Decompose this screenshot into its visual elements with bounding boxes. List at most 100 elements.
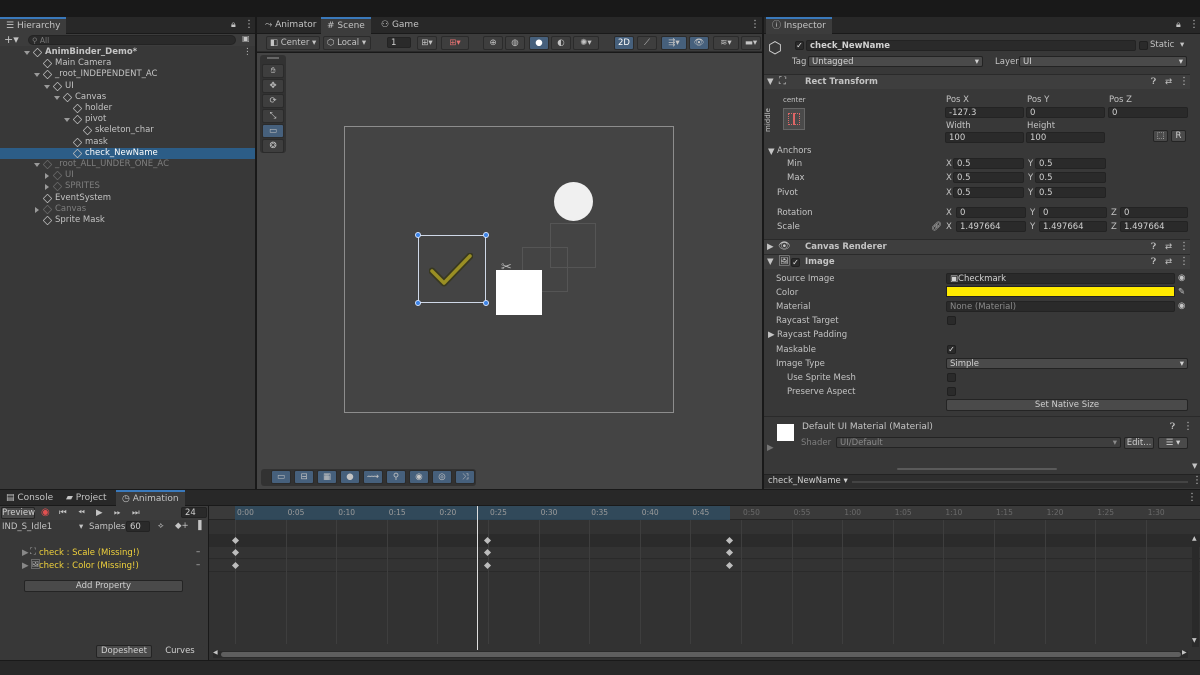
preset-icon[interactable]: ⇄	[1165, 77, 1172, 87]
min-x-input[interactable]: 0.5	[953, 158, 1024, 169]
rotate-tool-icon[interactable]: ⟳	[262, 94, 284, 108]
help-icon[interactable]: ❓︎	[1151, 77, 1156, 87]
rect-transform-header[interactable]: ▼ ⛶ Rect Transform ❓︎ ⇄ ⋮	[764, 74, 1190, 89]
frame-input[interactable]: 24	[181, 507, 207, 518]
pivot-mode-dropdown[interactable]: ◧ Center ▾	[266, 36, 320, 50]
object-name-input[interactable]: check_NewName	[806, 40, 1136, 51]
property-expand-icon[interactable]: ▶	[22, 561, 29, 571]
tab-scene[interactable]: # Scene	[321, 17, 371, 34]
shader-options-button[interactable]: ☰ ▾	[1158, 437, 1188, 449]
raw-edit-button[interactable]: R	[1171, 130, 1186, 142]
overlay-compass-icon[interactable]: ◎	[432, 470, 452, 484]
scene-more-menu-icon[interactable]: ⋮	[750, 19, 760, 30]
hierarchy-item[interactable]: check_NewName	[0, 147, 255, 159]
inspector-more-menu-icon[interactable]: ⋮	[1189, 19, 1199, 30]
hierarchy-item[interactable]: holder	[0, 103, 255, 114]
use-sprite-mesh-checkbox[interactable]	[947, 373, 956, 382]
camera-button[interactable]: ▬▾	[741, 36, 761, 50]
canvas-renderer-header[interactable]: ▶ 👁︎ Canvas Renderer ❓︎ ⇄ ⋮	[764, 239, 1190, 254]
scroll-thumb[interactable]	[221, 652, 1181, 657]
component-menu-icon[interactable]: ⋮	[1179, 76, 1189, 87]
add-object-button[interactable]: +▾	[4, 33, 19, 46]
hierarchy-item[interactable]: EventSystem	[0, 193, 255, 204]
expand-arrow-icon[interactable]	[64, 118, 70, 123]
scale-tool-icon[interactable]: ⤡	[262, 109, 284, 123]
vscroll-down-arrow[interactable]: ▼	[1192, 637, 1197, 644]
inspector-lock-icon[interactable]: 🔒︎	[1176, 20, 1181, 30]
first-key-icon[interactable]: ⏮︎	[59, 508, 67, 518]
last-key-icon[interactable]: ⏭︎	[132, 508, 140, 518]
material-expand-icon[interactable]: ▶	[767, 443, 774, 453]
visibility-button[interactable]: 👁︎	[689, 36, 709, 50]
handle-bottom-left[interactable]	[415, 300, 421, 306]
expand-arrow-icon[interactable]	[54, 95, 60, 100]
footer-slider[interactable]	[852, 481, 1188, 483]
shader-dropdown[interactable]: UI/Default ▾	[836, 437, 1121, 448]
record-icon[interactable]: ◉	[41, 507, 50, 518]
more-menu-icon[interactable]: ⋮	[244, 19, 254, 30]
space-mode-dropdown[interactable]: ⬡ Local ▾	[323, 36, 371, 50]
component-menu-icon[interactable]: ⋮	[1179, 256, 1189, 267]
grid-snapping-button[interactable]: ⊞▾	[417, 36, 437, 50]
hierarchy-item[interactable]: _root_ALL_UNDER_ONE_AC	[0, 159, 255, 170]
overlay-sphere-icon[interactable]: ●	[340, 470, 360, 484]
lighting-button[interactable]: ◐	[551, 36, 571, 50]
hierarchy-item[interactable]: _root_INDEPENDENT_AC	[0, 69, 255, 80]
hierarchy-item[interactable]: pivot	[0, 114, 255, 125]
raycast-padding-arrow-icon[interactable]: ▶	[768, 330, 775, 340]
hierarchy-item[interactable]: mask	[0, 137, 255, 148]
rect-tool-icon[interactable]: ▭	[262, 124, 284, 138]
edit-shader-button[interactable]: Edit...	[1124, 437, 1154, 449]
clip-dropdown[interactable]: IND_S_Idle1	[2, 522, 52, 532]
rot-y-input[interactable]: 0	[1039, 207, 1107, 218]
image-header[interactable]: ▼ 🖼︎ ✓ Image ❓︎ ⇄ ⋮	[764, 254, 1190, 269]
tab-animator[interactable]: ⤳ Animator	[259, 17, 322, 34]
width-input[interactable]: 100	[945, 132, 1024, 143]
white-circle-sprite[interactable]	[554, 182, 593, 221]
eyedropper-icon[interactable]: ✎	[1178, 287, 1185, 297]
mode-2d-button[interactable]: 2D	[614, 36, 634, 50]
shaded-mode-button[interactable]: ●	[529, 36, 549, 50]
static-dropdown-arrow[interactable]: ▾	[1180, 40, 1184, 50]
min-y-input[interactable]: 0.5	[1035, 158, 1106, 169]
handle-bottom-right[interactable]	[483, 300, 489, 306]
property-expand-icon[interactable]: ▶	[22, 548, 29, 558]
preview-button[interactable]: Preview	[1, 507, 35, 519]
max-y-input[interactable]: 0.5	[1035, 172, 1106, 183]
footer-object-name[interactable]: check_NewName ▾	[768, 476, 848, 486]
maskable-checkbox[interactable]: ✓	[947, 345, 956, 354]
raycast-target-checkbox[interactable]	[947, 316, 956, 325]
expand-arrow-icon[interactable]	[24, 51, 30, 55]
hierarchy-search-input[interactable]: ⚲ All	[28, 35, 236, 45]
pivot-y-input[interactable]: 0.5	[1035, 187, 1106, 198]
overlay-rect-icon[interactable]: ▭	[271, 470, 291, 484]
overlay-zoom-icon[interactable]: ⚲	[386, 470, 406, 484]
search-options-icon[interactable]: ▣	[242, 34, 250, 43]
samples-input[interactable]: 60	[126, 521, 150, 532]
source-image-field[interactable]: ▣Checkmark	[946, 273, 1175, 284]
hand-tool-icon[interactable]: ✋︎	[262, 64, 284, 78]
add-event-keyframe-icon[interactable]: ◆+	[175, 521, 189, 531]
tab-hierarchy[interactable]: ☰ Hierarchy	[0, 17, 67, 34]
hierarchy-item[interactable]: Sprite Mask	[0, 215, 255, 226]
draw-mode-button[interactable]: ◍	[505, 36, 525, 50]
pos-y-input[interactable]: 0	[1026, 107, 1105, 118]
overlay-shuffle-icon[interactable]: ⤨	[455, 470, 475, 484]
pivot-x-input[interactable]: 0.5	[953, 187, 1024, 198]
property-remove-icon[interactable]: –	[196, 560, 200, 570]
global-gizmo-button[interactable]: ⊕	[483, 36, 503, 50]
vscroll-up-arrow[interactable]: ▲	[1192, 535, 1197, 542]
property-row-scale[interactable]: ▶ ⛶ check : Scale (Missing!) –	[0, 547, 208, 559]
increment-snap-button[interactable]: ⊞▾	[441, 36, 469, 50]
collapse-arrow-icon[interactable]	[45, 184, 49, 191]
checkmark-sprite[interactable]	[429, 253, 473, 287]
max-x-input[interactable]: 0.5	[953, 172, 1024, 183]
hierarchy-item[interactable]: AnimBinder_Demo* ⋮	[0, 47, 255, 58]
collapse-arrow-icon[interactable]	[35, 206, 39, 213]
add-keyframe-icon[interactable]: ⟡	[158, 521, 164, 531]
preset-icon[interactable]: ⇄	[1165, 242, 1172, 252]
hierarchy-item[interactable]: Main Camera	[0, 58, 255, 69]
audio-button[interactable]: ⟋	[637, 36, 657, 50]
inspector-scroll-arrow[interactable]: ▼	[1192, 462, 1197, 470]
bottom-more-menu-icon[interactable]: ⋮	[1187, 492, 1197, 503]
